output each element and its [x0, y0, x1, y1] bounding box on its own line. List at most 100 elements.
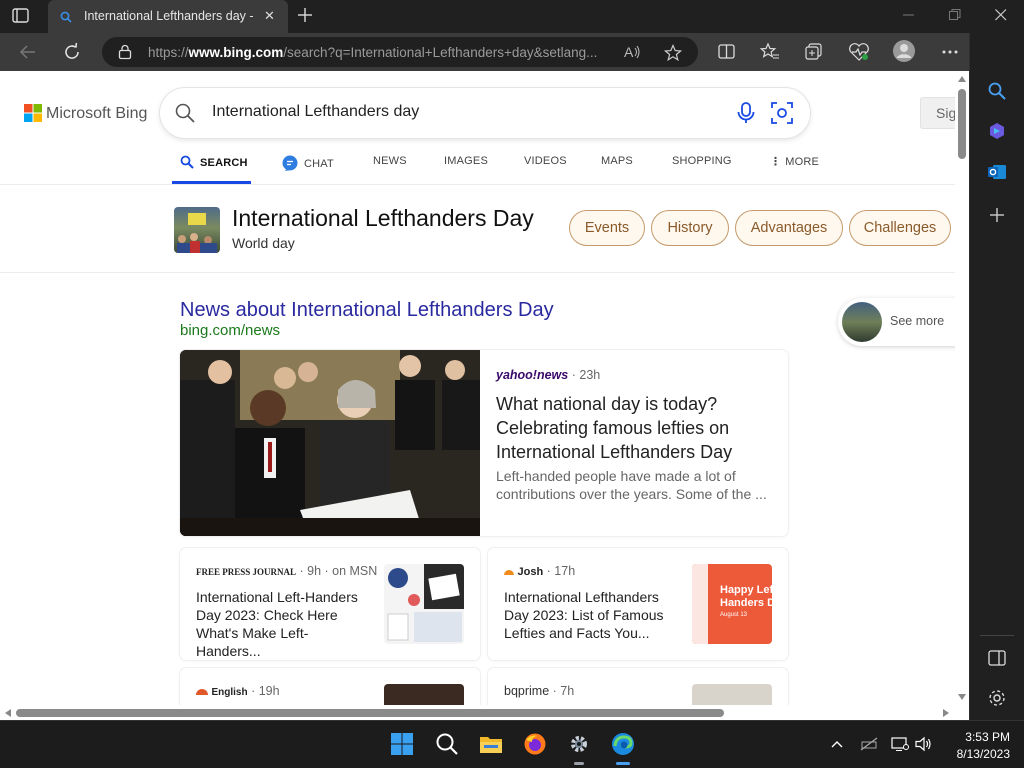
tab-search[interactable]: SEARCH	[180, 155, 248, 169]
news-publisher: FREE PRESS JOURNAL · 9h · on MSN	[196, 564, 378, 578]
visual-search-icon[interactable]	[771, 102, 793, 129]
news-card-thumbnail[interactable]	[384, 684, 464, 705]
split-screen-icon[interactable]	[717, 42, 737, 67]
see-more-label: See more	[890, 314, 945, 328]
thumb-sub-caption: August 13	[720, 612, 748, 618]
tab-close-icon[interactable]: ✕	[264, 8, 275, 24]
back-icon[interactable]	[18, 42, 38, 67]
minimize-window-icon[interactable]	[902, 8, 916, 27]
profile-avatar[interactable]	[892, 39, 916, 68]
tab-videos[interactable]: VIDEOS	[524, 155, 567, 167]
news-age: · 23h	[571, 368, 601, 382]
scroll-down-icon[interactable]	[955, 691, 969, 703]
search-tabs: SEARCH CHAT NEWS IMAGES VIDEOS MAPS SHOP…	[0, 151, 955, 185]
pill-challenges[interactable]: Challenges	[849, 210, 951, 246]
system-clock[interactable]: 3:53 PM 8/13/2023	[957, 729, 1010, 763]
news-card-thumbnail[interactable]: Happy Left Handers D August 13	[692, 564, 772, 644]
windows-start-icon[interactable]	[390, 732, 414, 761]
refresh-icon[interactable]	[62, 42, 82, 67]
news-main-title[interactable]: What national day is today? Celebrating …	[496, 392, 766, 464]
news-publisher: English · 19h	[196, 684, 280, 698]
display-icon[interactable]	[891, 736, 909, 757]
new-tab-icon[interactable]	[296, 6, 314, 29]
tab-chat[interactable]: CHAT	[282, 155, 334, 171]
firefox-icon[interactable]	[523, 732, 547, 761]
microsoft-logo-icon	[24, 104, 42, 122]
horizontal-scroll-thumb[interactable]	[16, 709, 724, 717]
favorites-icon[interactable]	[759, 42, 780, 67]
tab-actions-icon[interactable]	[12, 8, 30, 24]
tab-more[interactable]: ⋮ MORE	[770, 155, 819, 168]
news-card[interactable]: bqprime · 7h	[488, 668, 788, 705]
browser-toolbar: https://www.bing.com/search?q=Internatio…	[0, 33, 1024, 71]
add-sidebar-app-icon[interactable]	[987, 205, 1007, 230]
edge-sidebar	[969, 33, 1024, 720]
entity-title: International Lefthanders Day	[232, 205, 534, 231]
vertical-scrollbar[interactable]	[955, 71, 969, 720]
favorite-star-icon[interactable]	[663, 43, 683, 67]
clock-time: 3:53 PM	[965, 730, 1010, 744]
volume-icon[interactable]	[915, 736, 933, 757]
news-card[interactable]: FREE PRESS JOURNAL · 9h · on MSN Interna…	[180, 548, 480, 660]
thumb-caption: Happy Left Handers D	[720, 584, 772, 609]
collections-icon[interactable]	[804, 42, 824, 67]
news-card-main[interactable]: yahoo!news · 23h What national day is to…	[180, 350, 788, 536]
chat-bubble-icon	[282, 155, 298, 171]
sidebar-search-icon[interactable]	[987, 81, 1007, 106]
scroll-up-icon[interactable]	[955, 73, 969, 85]
see-more-button[interactable]: See more	[838, 298, 955, 346]
news-heading-link[interactable]: News about International Lefthanders Day	[180, 299, 554, 322]
hide-sidebar-icon[interactable]	[987, 648, 1007, 673]
edge-browser-icon[interactable]	[611, 732, 635, 765]
news-card[interactable]: Josh · 17h International Lefthanders Day…	[488, 548, 788, 660]
horizontal-scrollbar[interactable]	[0, 705, 955, 720]
tab-images[interactable]: IMAGES	[444, 155, 488, 167]
file-explorer-icon[interactable]	[479, 732, 503, 761]
show-hidden-icons-icon[interactable]	[829, 736, 845, 757]
copilot-icon[interactable]	[987, 121, 1007, 146]
pill-advantages[interactable]: Advantages	[735, 210, 843, 246]
read-aloud-icon[interactable]: A	[624, 44, 642, 65]
restore-window-icon[interactable]	[948, 8, 962, 27]
taskbar-search-icon[interactable]	[435, 732, 459, 761]
search-icon[interactable]	[174, 102, 196, 129]
url-text[interactable]: https://www.bing.com/search?q=Internatio…	[148, 45, 618, 60]
see-more-thumbnail	[842, 302, 882, 342]
settings-gear-icon[interactable]	[567, 732, 591, 765]
entity-thumbnail[interactable]	[174, 207, 220, 253]
network-disconnected-icon[interactable]	[860, 736, 878, 757]
tab-maps[interactable]: MAPS	[601, 155, 633, 167]
news-main-image[interactable]	[180, 350, 480, 536]
outlook-icon[interactable]	[987, 162, 1007, 187]
sign-in-button[interactable]: Sig	[920, 97, 955, 129]
address-bar[interactable]: https://www.bing.com/search?q=Internatio…	[102, 37, 698, 67]
browser-essentials-icon[interactable]	[848, 42, 870, 67]
vertical-scroll-thumb[interactable]	[958, 89, 966, 159]
browser-tab-active[interactable]: International Lefthanders day - S ✕	[48, 0, 288, 33]
close-window-icon[interactable]	[994, 8, 1008, 27]
microphone-icon[interactable]	[736, 102, 756, 129]
pill-history[interactable]: History	[651, 210, 729, 246]
search-box[interactable]: International Lefthanders day	[160, 88, 810, 138]
free-press-journal-logo: FREE PRESS JOURNAL	[196, 567, 297, 577]
bing-search-favicon-icon	[60, 10, 72, 28]
news-source-url[interactable]: bing.com/news	[180, 322, 280, 339]
news-card-title[interactable]: International Left-Handers Day 2023: Che…	[196, 588, 371, 660]
pill-events[interactable]: Events	[569, 210, 645, 246]
scroll-right-icon[interactable]	[940, 706, 952, 720]
tab-shopping[interactable]: SHOPPING	[672, 155, 732, 167]
news-card-thumbnail[interactable]	[384, 564, 464, 644]
web-page: Microsoft Bing International Lefthanders…	[0, 71, 955, 705]
search-input[interactable]: International Lefthanders day	[212, 103, 419, 121]
news-card-title[interactable]: International Lefthanders Day 2023: List…	[504, 588, 679, 642]
news-card-thumbnail[interactable]	[692, 684, 772, 705]
english-publisher-logo-icon	[196, 684, 208, 698]
sidebar-settings-icon[interactable]	[987, 688, 1007, 713]
settings-more-icon[interactable]	[940, 42, 960, 67]
scroll-left-icon[interactable]	[2, 706, 14, 720]
active-tab-indicator	[172, 181, 251, 184]
news-card[interactable]: English · 19h	[180, 668, 480, 705]
running-indicator	[574, 762, 584, 765]
tab-news[interactable]: NEWS	[373, 155, 407, 167]
lock-icon[interactable]	[118, 44, 132, 65]
